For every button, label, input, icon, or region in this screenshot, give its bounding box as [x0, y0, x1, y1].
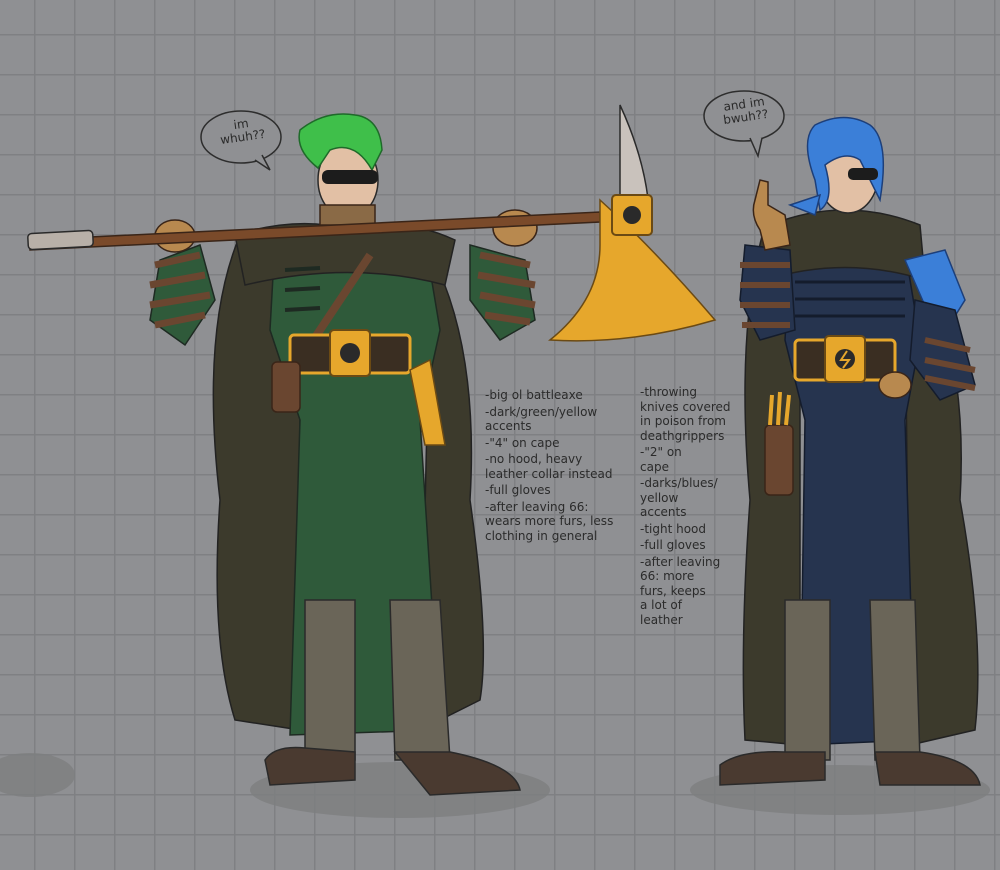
note-line: cape: [640, 459, 669, 474]
green-boot-left: [264, 746, 356, 786]
note-line: -after leaving: [640, 554, 721, 569]
green-character: [149, 113, 538, 796]
note-line: -tight hood: [640, 521, 707, 536]
artwork-canvas: im whuh?? and im bwuh?? -big ol battleax…: [0, 0, 1000, 870]
note-line: yellow: [640, 490, 679, 505]
blue-sunglasses: [848, 168, 878, 180]
ground-shadow-left: [0, 753, 75, 797]
note-item: -dark/green/yellow accents: [485, 405, 635, 434]
note-item: -tight hood: [640, 522, 745, 537]
note-item: -big ol battleaxe: [485, 388, 635, 403]
note-line: -after leaving 66:: [485, 499, 589, 514]
note-line: furs, keeps: [640, 583, 706, 598]
note-line: -no hood, heavy: [485, 452, 583, 466]
note-item: -"4" on cape: [485, 436, 635, 451]
note-item: -after leaving 66: more furs, keeps a lot o…: [640, 555, 745, 628]
blue-character: [719, 116, 981, 786]
notes-blue-character: -throwing knives covered in poison from dea…: [640, 385, 745, 629]
note-line: -big ol battleaxe: [485, 388, 583, 402]
note-item: -full gloves: [485, 483, 635, 498]
note-line: -full gloves: [485, 483, 551, 497]
note-item: -no hood, heavy leather collar instead: [485, 452, 635, 481]
note-line: deathgrippers: [640, 428, 725, 443]
note-line: leather collar instead: [485, 466, 613, 481]
note-line: accents: [640, 505, 687, 519]
note-line: -throwing: [640, 385, 698, 399]
blue-boot-right: [874, 751, 981, 786]
note-line: -dark/green/yellow: [485, 404, 598, 419]
note-line: in poison from: [640, 414, 726, 428]
note-item: -darks/blues/yellow accents: [640, 476, 745, 520]
note-line: a lot of: [640, 598, 682, 612]
green-sunglasses: [322, 170, 378, 184]
note-line: -darks/blues/: [640, 476, 718, 490]
note-line: wears more furs, less: [485, 514, 614, 528]
note-line: -"2" on: [640, 445, 682, 459]
notes-green-character: -big ol battleaxe -dark/green/yellow accen…: [485, 388, 635, 545]
note-line: accents: [485, 419, 532, 433]
note-line: clothing in general: [485, 528, 598, 543]
note-item: -"2" on cape: [640, 445, 745, 474]
note-line: -"4" on cape: [485, 435, 560, 450]
note-item: -full gloves: [640, 538, 745, 553]
note-item: -throwing knives covered in poison from dea…: [640, 385, 745, 443]
note-line: knives covered: [640, 399, 731, 414]
note-line: leather: [640, 612, 683, 627]
blue-boot-left: [719, 751, 826, 786]
blue-raised-hand: [752, 179, 791, 251]
note-line: -full gloves: [640, 538, 706, 552]
note-item: -after leaving 66: wears more furs, less c…: [485, 500, 635, 544]
note-line: 66: more: [640, 569, 695, 583]
